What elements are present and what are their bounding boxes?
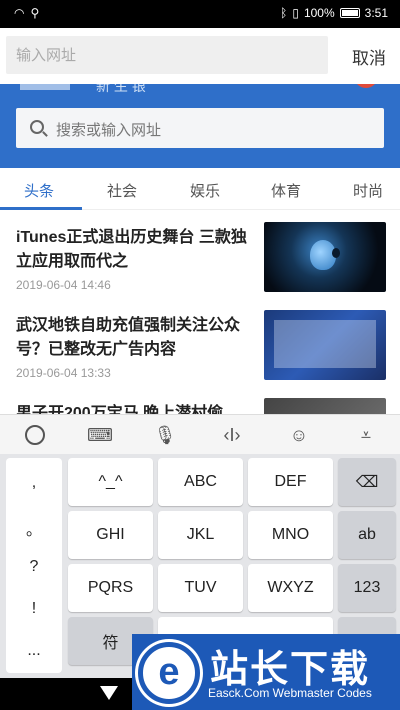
notification-badge[interactable] [354,84,378,88]
key-123-switch[interactable]: 123 [338,564,396,612]
keyboard-icon[interactable]: ⌨ [87,423,113,447]
backspace-icon: ⌫ [355,474,379,491]
punct-key[interactable]: ... [6,642,62,660]
active-tab-indicator [0,207,82,210]
status-bar: ◠ ⚲ ᛒ ▯ 100% 3:51 [0,0,400,28]
news-time: 2019-06-04 13:33 [16,366,111,380]
battery-icon [339,8,360,18]
site-search-box[interactable]: 搜索或输入网址 [16,108,384,148]
site-logo [20,84,70,90]
emoji-mode-icon[interactable] [22,423,48,447]
watermark-subtitle: Easck.Com Webmaster Codes [208,686,372,700]
wifi-icon: ◠ [14,6,25,20]
hide-keyboard-icon[interactable]: ⩡ [353,423,379,447]
status-right: ᛒ ▯ 100% 3:51 [280,6,388,20]
web-page: 新 生 银 搜索或输入网址 头条 社会 娱乐 体育 时尚 iTunes正式退出历… [0,84,400,414]
backspace-key[interactable]: ⌫ [338,458,396,506]
news-title: 男子开200万宝马 晚上潜村偷 [16,405,224,414]
punct-key[interactable]: ! [6,600,62,618]
smiley-icon[interactable]: ☺ [286,423,312,447]
cancel-button[interactable]: 取消 [352,44,386,69]
news-item[interactable]: 武汉地铁自助充值强制关注公众号？已整改无广告内容 2019-06-04 13:3… [0,306,400,392]
tab-society[interactable]: 社会 [107,180,137,201]
watermark-banner: 站长下载 Easck.Com Webmaster Codes [132,634,400,710]
url-bar: 取消 [0,28,400,84]
watermark-title: 站长下载 [210,649,371,691]
news-thumbnail [264,310,386,380]
news-item[interactable]: iTunes正式退出历史舞台 三款独立应用取而代之 2019-06-04 14:… [0,218,400,304]
punct-key[interactable]: , [6,474,62,492]
cursor-icon[interactable]: ‹I› [219,423,245,447]
news-thumbnail [264,398,386,414]
key-jkl[interactable]: JKL [158,511,243,559]
status-left: ◠ ⚲ [14,6,39,20]
key-ab-switch[interactable]: ab [338,511,396,559]
battery-percent: 100% [303,6,335,20]
tab-headlines[interactable]: 头条 [24,180,54,201]
url-input[interactable] [6,36,328,74]
key-abc[interactable]: ABC [158,458,243,506]
tab-entertainment[interactable]: 娱乐 [190,180,220,201]
key-pqrs[interactable]: PQRS [68,564,153,612]
key-wxyz[interactable]: WXYZ [248,564,333,612]
key-ghi[interactable]: GHI [68,511,153,559]
news-item[interactable]: 男子开200万宝马 晚上潜村偷 [0,394,400,414]
punct-key[interactable]: ? [6,558,62,576]
key-mno[interactable]: MNO [248,511,333,559]
tab-sports[interactable]: 体育 [271,180,301,201]
usb-icon: ⚲ [30,6,40,20]
apple-logo-icon [310,240,340,270]
site-logo-text: 新 生 银 [96,84,146,94]
clock: 3:51 [364,6,388,20]
key-def[interactable]: DEF [248,458,333,506]
vibrate-icon: ▯ [292,6,299,20]
key-tuv[interactable]: TUV [158,564,243,612]
tab-fashion[interactable]: 时尚 [353,180,383,201]
bluetooth-icon: ᛒ [280,6,288,20]
news-tabs: 头条 社会 娱乐 体育 时尚 [0,168,400,210]
search-icon [30,120,44,134]
back-nav-icon[interactable] [100,686,118,700]
site-watermark-logo [138,642,200,704]
microphone-icon[interactable]: 🎙 [152,423,178,447]
news-time: 2019-06-04 14:46 [16,278,111,292]
punctuation-column: , 。 ? ! ... [6,458,62,673]
thumbnail-screen [274,320,376,368]
punct-key[interactable]: 。 [6,516,62,540]
keyboard-toolbar: ⌨ 🎙 ‹I› ☺ ⩡ [0,414,400,454]
news-thumbnail [264,222,386,292]
site-header: 新 生 银 搜索或输入网址 [0,84,400,168]
key-emoticon[interactable]: ^_^ [68,458,153,506]
news-title: 武汉地铁自助充值强制关注公众号？已整改无广告内容 [16,317,241,358]
news-title: iTunes正式退出历史舞台 三款独立应用取而代之 [16,229,247,270]
site-search-placeholder: 搜索或输入网址 [56,122,162,139]
